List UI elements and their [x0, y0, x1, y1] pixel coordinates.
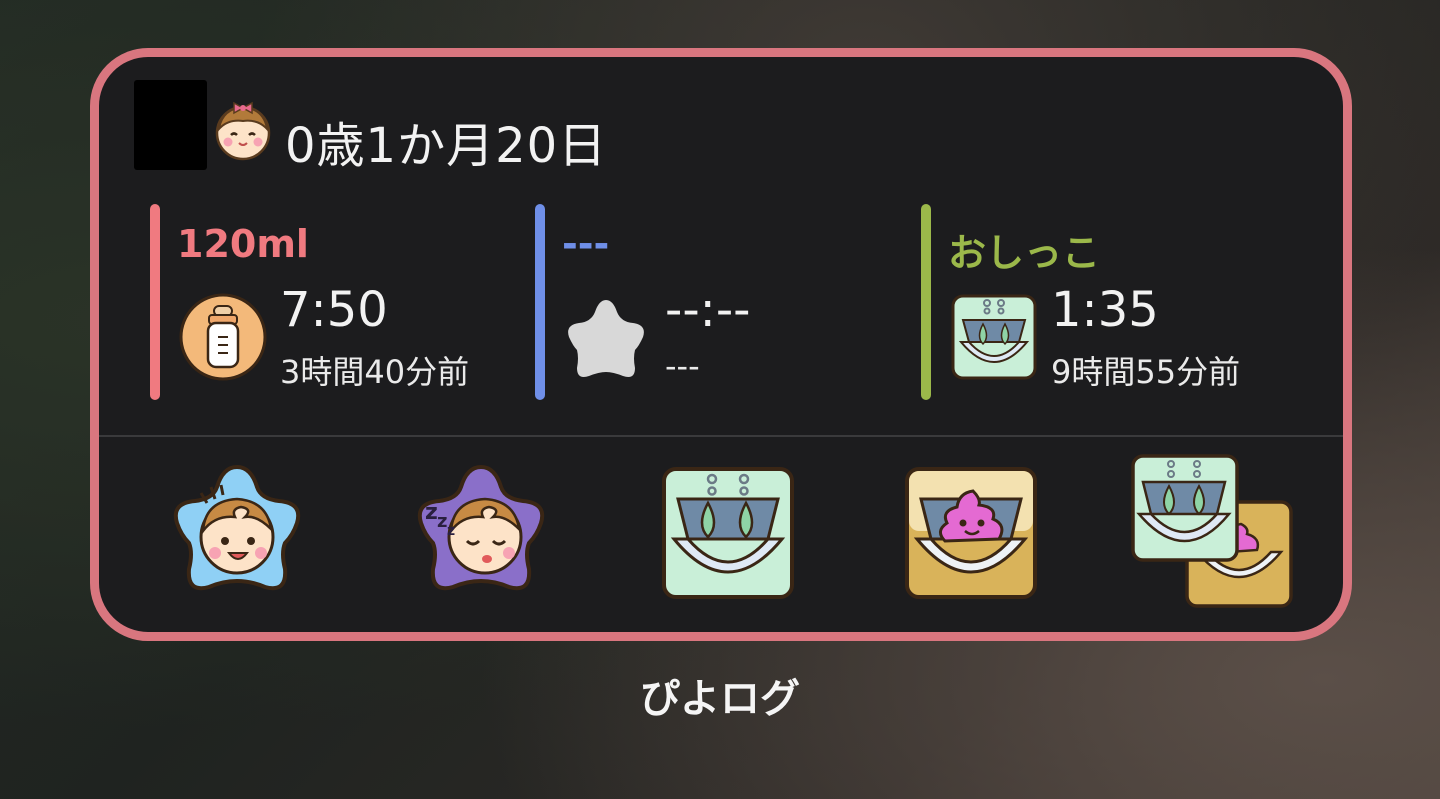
feeding-amount: 120ml — [177, 222, 309, 266]
svg-text:z: z — [437, 511, 447, 532]
widget-app-name: ぴよログ — [640, 676, 800, 722]
poop-diaper-button[interactable] — [895, 457, 1047, 609]
section-divider — [99, 435, 1343, 437]
sleep-title: --- — [562, 222, 610, 266]
pee-and-poop-diaper-button[interactable] — [1129, 452, 1299, 614]
piyolog-widget[interactable]: 0歳1か月20日 120ml 7:50 3時間40分前 --- --:-- --… — [90, 48, 1352, 641]
feeding-accent-bar — [150, 204, 160, 400]
last-diaper-panel[interactable]: おしっこ 1:35 9時間55分前 — [921, 204, 1341, 400]
diaper-accent-bar — [921, 204, 931, 400]
svg-text:z: z — [425, 500, 438, 525]
diaper-elapsed: 9時間55分前 — [1051, 353, 1241, 391]
diaper-type: おしっこ — [948, 231, 1101, 275]
baby-girl-icon — [215, 101, 271, 161]
sleep-accent-bar — [535, 204, 545, 400]
baby-bottle-icon — [179, 293, 267, 381]
feeding-time: 7:50 — [280, 282, 388, 338]
empty-star-icon — [568, 300, 644, 377]
widget-header: 0歳1か月20日 — [134, 80, 834, 180]
awake-baby-button[interactable] — [161, 457, 313, 609]
sleeping-baby-button[interactable]: z z z — [405, 457, 557, 609]
sleep-time: --:-- — [665, 282, 751, 338]
diaper-time: 1:35 — [1051, 282, 1159, 338]
svg-text:z: z — [447, 523, 455, 539]
redacted-photo — [134, 80, 207, 170]
sleep-elapsed: --- — [665, 347, 700, 385]
last-sleep-panel[interactable]: --- --:-- --- — [535, 204, 905, 400]
diaper-pee-icon — [951, 294, 1037, 380]
baby-age: 0歳1か月20日 — [285, 118, 608, 174]
last-feeding-panel[interactable]: 120ml 7:50 3時間40分前 — [150, 204, 520, 400]
pee-diaper-button[interactable] — [652, 457, 804, 609]
feeding-elapsed: 3時間40分前 — [280, 353, 470, 391]
